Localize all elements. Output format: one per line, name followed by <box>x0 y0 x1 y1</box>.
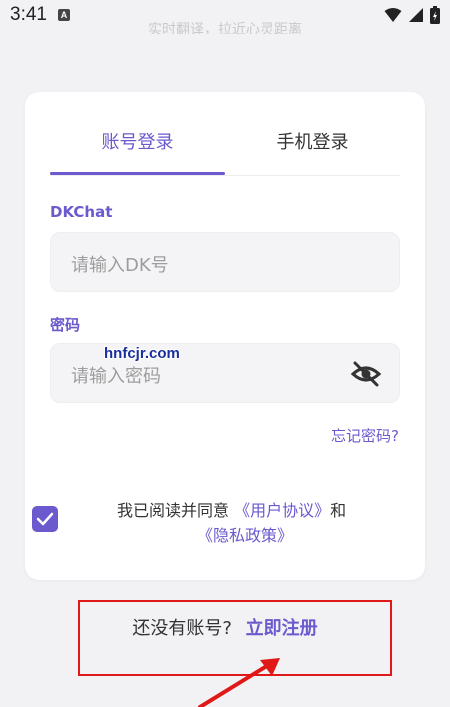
password-placeholder: 请输入密码 <box>71 366 161 387</box>
pointer-arrow-icon <box>198 658 280 707</box>
user-agreement-link[interactable]: 《用户协议》 <box>234 501 330 520</box>
privacy-policy-link[interactable]: 《隐私政策》 <box>197 522 293 546</box>
checkmark-icon <box>36 512 54 526</box>
agreement-connector: 和 <box>330 501 347 520</box>
agreement-text: 我已阅读并同意 《用户协议》和 <box>117 497 346 521</box>
password-input[interactable]: 请输入密码 <box>50 343 400 403</box>
tab-phone-login[interactable]: 手机登录 <box>225 127 400 175</box>
agreement-prefix: 我已阅读并同意 <box>117 501 230 520</box>
forgot-password-link[interactable]: 忘记密码? <box>331 425 399 446</box>
tab-account-login[interactable]: 账号登录 <box>50 127 225 175</box>
top-partial-text: 实时翻译，拉近心灵距离 <box>148 22 302 34</box>
account-placeholder: 请输入DK号 <box>71 255 169 276</box>
eye-off-icon[interactable] <box>351 361 381 387</box>
tab-divider <box>50 175 400 176</box>
login-tabs: 账号登录 手机登录 <box>50 127 400 175</box>
account-input[interactable]: 请输入DK号 <box>50 232 400 292</box>
account-label: DKChat <box>50 203 113 221</box>
password-label: 密码 <box>50 316 81 334</box>
login-card: 账号登录 手机登录 DKChat 请输入DK号 密码 请输入密码 忘记密码? 我… <box>25 92 425 580</box>
agreement-checkbox[interactable] <box>32 506 58 532</box>
watermark: hnfcjr.com <box>104 345 180 362</box>
